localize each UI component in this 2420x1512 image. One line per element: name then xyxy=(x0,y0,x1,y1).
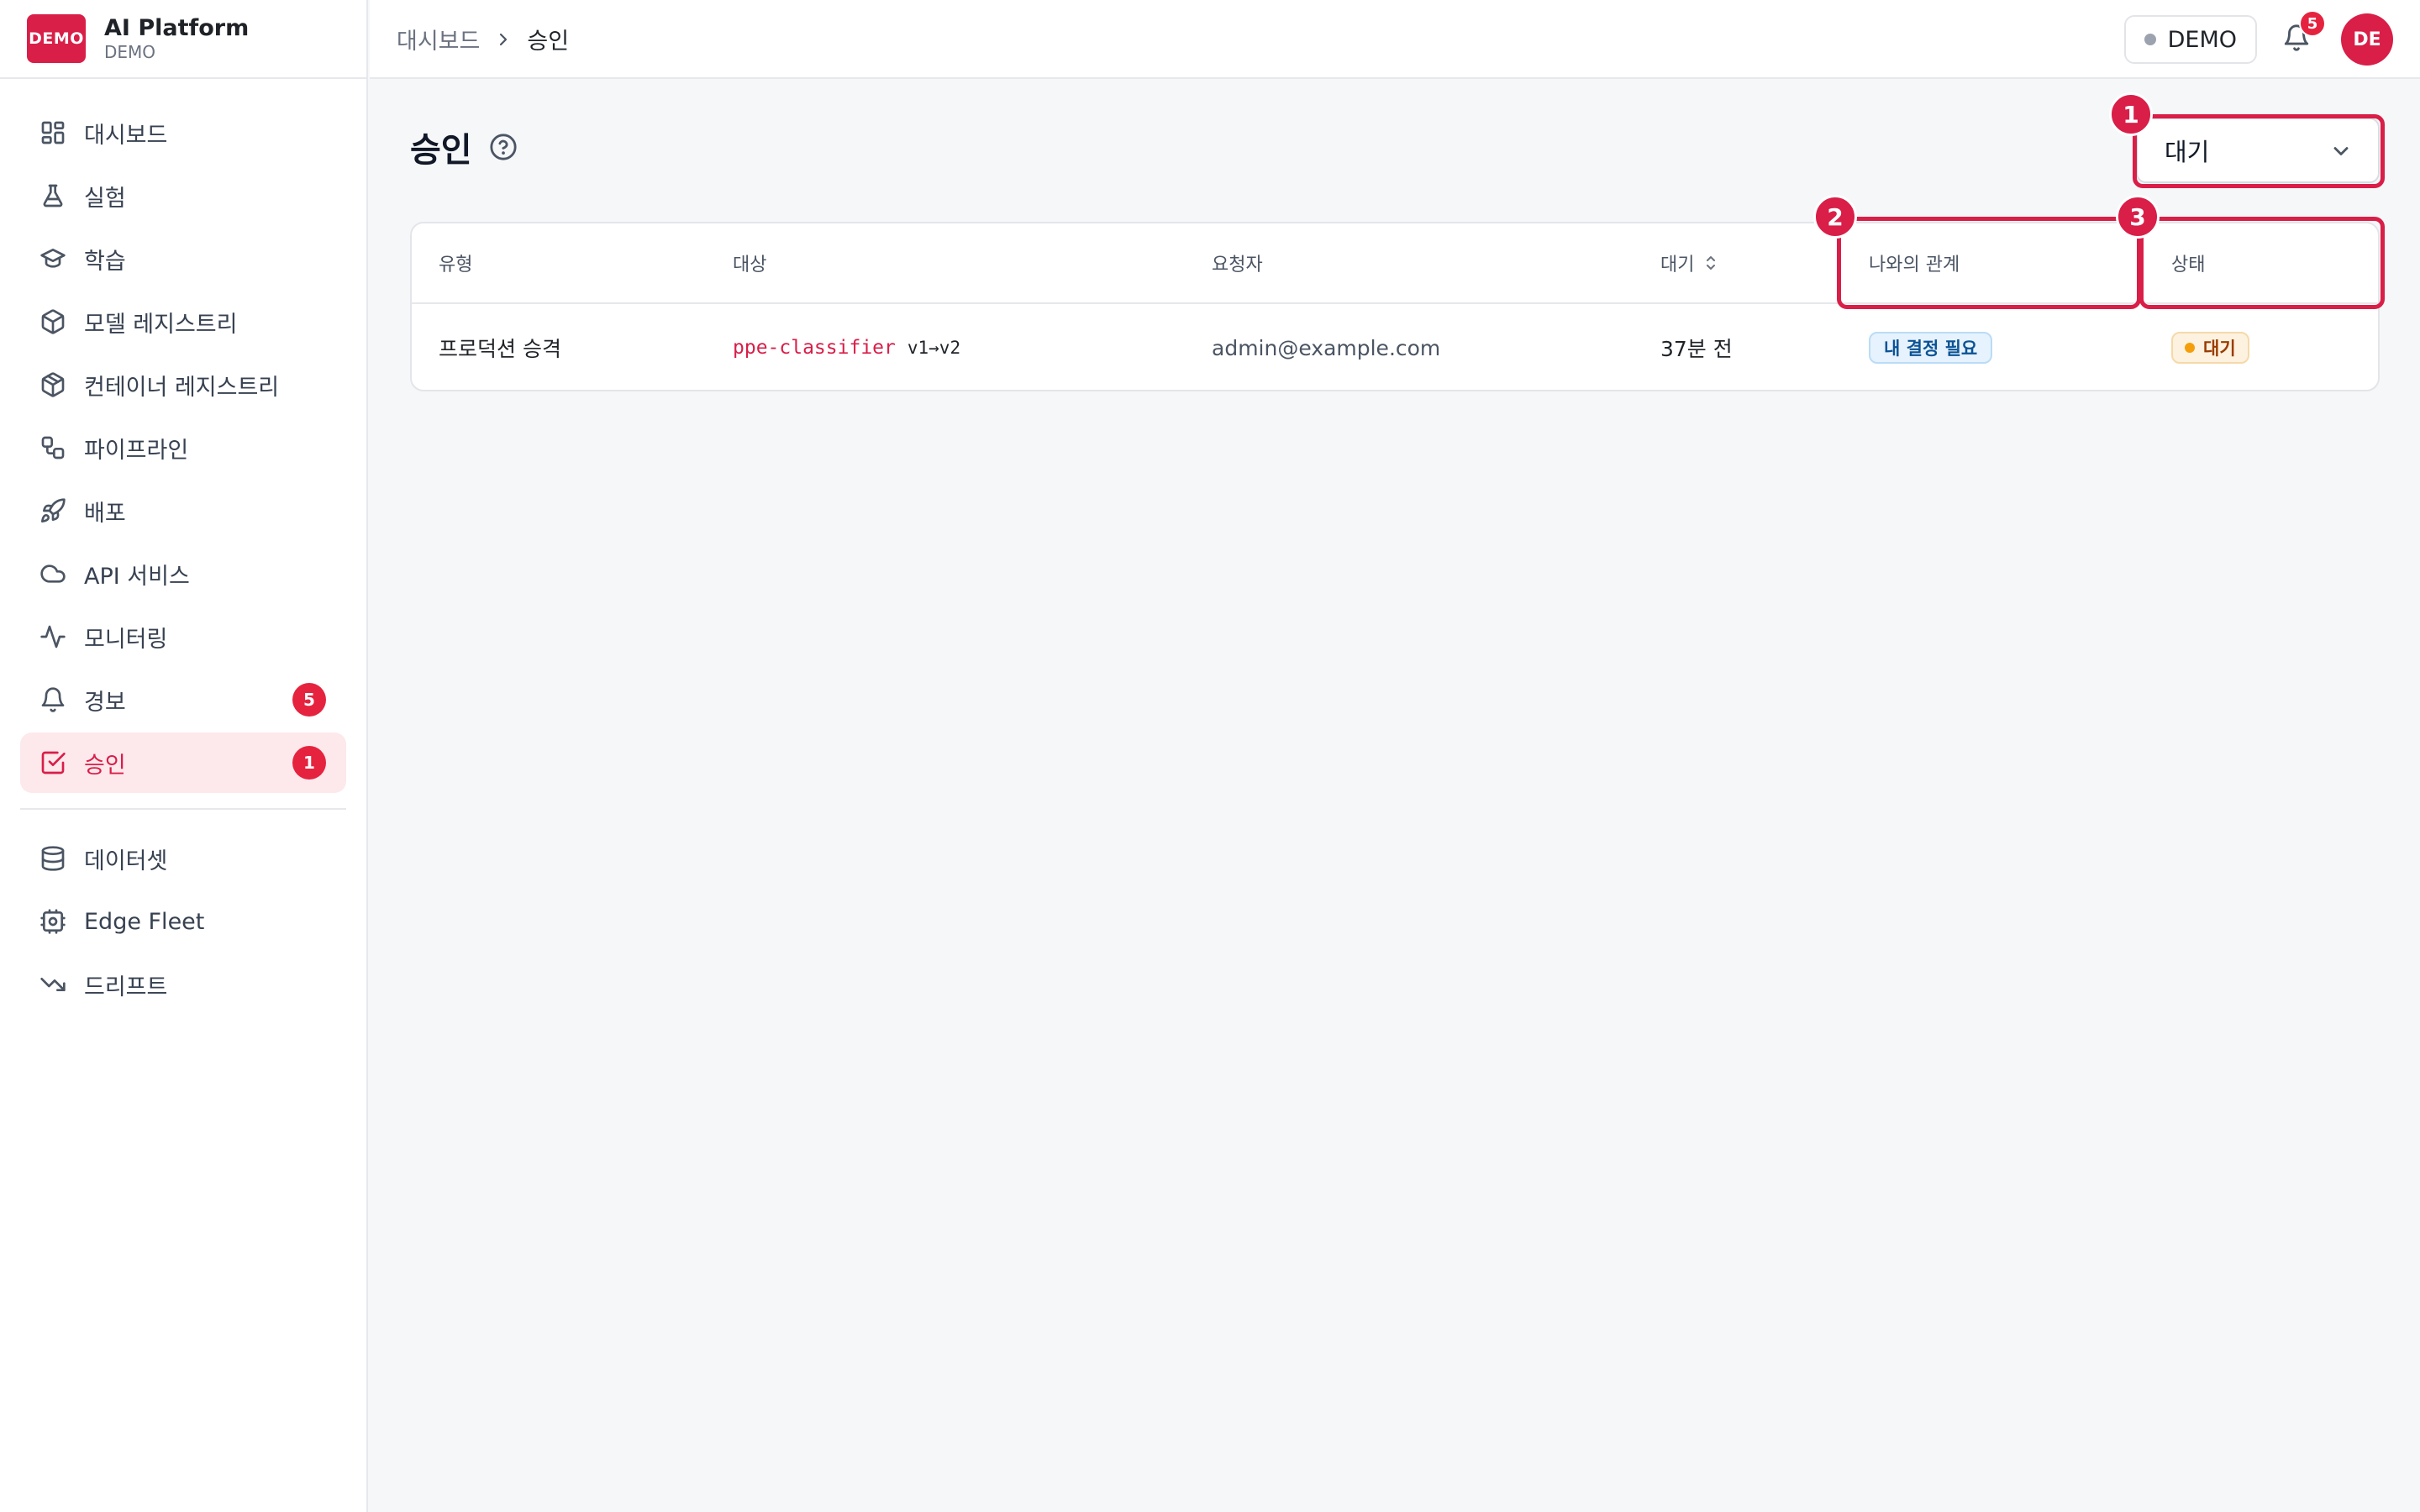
environment-status-dot xyxy=(2144,34,2156,45)
sidebar-item-training[interactable]: 학습 xyxy=(20,228,346,289)
main-content: 승인 대기 유형 대상 요청자 대기 나와의 관계 상태 프로덕션 승격 ppe… xyxy=(370,81,2420,1512)
sidebar-item-api-services[interactable]: API 서비스 xyxy=(20,543,346,604)
app-root: DEMO AI Platform DEMO 대시보드 실험 학습 모델 레지스트… xyxy=(0,0,2420,1512)
bell-icon xyxy=(2282,24,2311,55)
cell-target[interactable]: ppe-classifier v1→v2 xyxy=(733,304,961,390)
bell-icon xyxy=(39,685,67,714)
cloud-icon xyxy=(39,559,67,588)
brand[interactable]: DEMO AI Platform DEMO xyxy=(0,0,366,79)
target-version-change: v1→v2 xyxy=(907,338,961,358)
sidebar-item-dashboard[interactable]: 대시보드 xyxy=(20,102,346,163)
status-badge-label: 대기 xyxy=(2203,339,2236,359)
dashboard-icon xyxy=(39,118,67,147)
trending-down-icon xyxy=(39,970,67,999)
chevron-right-icon xyxy=(493,26,513,51)
target-model-name: ppe-classifier xyxy=(733,337,896,359)
sidebar-item-label: 승인 xyxy=(84,752,126,779)
cell-requester: admin@example.com xyxy=(1212,335,1441,360)
column-header-relation: 나와의 관계 xyxy=(1869,255,1960,276)
chevron-down-icon xyxy=(2329,139,2353,163)
sidebar-item-drift[interactable]: 드리프트 xyxy=(20,954,346,1015)
status-filter-select[interactable]: 대기 xyxy=(2136,118,2380,183)
sidebar-item-label: 파이프라인 xyxy=(84,437,189,464)
sidebar-item-container-registry[interactable]: 컨테이너 레지스트리 xyxy=(20,354,346,415)
alerts-count-badge: 5 xyxy=(292,683,326,717)
sort-icon xyxy=(1702,253,1719,273)
sidebar-item-model-registry[interactable]: 모델 레지스트리 xyxy=(20,291,346,352)
column-header-status: 상태 xyxy=(2171,255,2206,276)
column-header-requester: 요청자 xyxy=(1212,255,1263,276)
graduation-cap-icon xyxy=(39,244,67,273)
column-header-waiting: 대기 xyxy=(1660,255,1695,276)
sidebar-item-label: 대시보드 xyxy=(84,122,168,149)
status-badge: 대기 xyxy=(2171,332,2249,364)
sidebar-item-experiments[interactable]: 실험 xyxy=(20,165,346,226)
relation-badge: 내 결정 필요 xyxy=(1869,332,1993,364)
breadcrumb: 대시보드 승인 xyxy=(397,23,569,55)
activity-icon xyxy=(39,622,67,651)
brand-logo: DEMO xyxy=(27,14,86,63)
flask-icon xyxy=(39,181,67,210)
sidebar-item-alerts[interactable]: 경보 5 xyxy=(20,669,346,730)
table-header-row: 유형 대상 요청자 대기 나와의 관계 상태 xyxy=(412,223,2378,304)
sidebar-item-label: 데이터셋 xyxy=(84,848,168,874)
cell-status: 대기 xyxy=(2171,304,2249,390)
brand-text: AI Platform DEMO xyxy=(104,15,249,62)
environment-switcher[interactable]: DEMO xyxy=(2123,15,2257,64)
sidebar-item-label: 모니터링 xyxy=(84,626,168,653)
column-header-target: 대상 xyxy=(733,255,767,276)
sidebar-divider xyxy=(20,808,346,810)
approvals-count-badge: 1 xyxy=(292,746,326,780)
environment-label: DEMO xyxy=(2167,26,2237,53)
workflow-icon xyxy=(39,433,67,462)
brand-subtitle: DEMO xyxy=(104,42,156,62)
sidebar-item-deployments[interactable]: 배포 xyxy=(20,480,346,541)
sidebar-item-datasets[interactable]: 데이터셋 xyxy=(20,828,346,889)
page-header: 승인 xyxy=(410,123,518,171)
cell-relation: 내 결정 필요 xyxy=(1869,304,1993,390)
help-circle-icon[interactable] xyxy=(489,133,518,161)
cell-type: 프로덕션 승격 xyxy=(439,337,561,361)
sidebar-item-pipelines[interactable]: 파이프라인 xyxy=(20,417,346,478)
notification-count-badge: 5 xyxy=(2299,10,2326,37)
breadcrumb-parent-link[interactable]: 대시보드 xyxy=(397,23,480,55)
notifications-button[interactable]: 5 xyxy=(2282,10,2326,57)
sidebar-item-label: 실험 xyxy=(84,185,126,212)
brand-title: AI Platform xyxy=(104,15,250,41)
sidebar-item-label: 컨테이너 레지스트리 xyxy=(84,374,280,401)
sidebar-item-approvals[interactable]: 승인 1 xyxy=(20,732,346,793)
rocket-icon xyxy=(39,496,67,525)
column-header-type: 유형 xyxy=(439,255,473,276)
table-row[interactable]: 프로덕션 승격 ppe-classifier v1→v2 admin@examp… xyxy=(412,304,2378,390)
page-title: 승인 xyxy=(410,131,472,170)
sidebar-item-label: 배포 xyxy=(84,500,126,527)
sidebar-item-label: 경보 xyxy=(84,689,126,716)
cell-waiting: 37분 전 xyxy=(1660,337,1733,361)
package-icon xyxy=(39,370,67,399)
sidebar-item-label: 모델 레지스트리 xyxy=(84,311,238,338)
check-square-icon xyxy=(39,748,67,777)
sidebar-item-label: 학습 xyxy=(84,248,126,275)
approvals-table: 유형 대상 요청자 대기 나와의 관계 상태 프로덕션 승격 ppe-class… xyxy=(410,222,2380,391)
user-avatar[interactable]: DE xyxy=(2341,13,2393,66)
sidebar-item-label: Edge Fleet xyxy=(84,908,205,935)
sidebar-nav: 대시보드 실험 학습 모델 레지스트리 컨테이너 레지스트리 파이프라인 배포 … xyxy=(0,79,366,1015)
breadcrumb-current: 승인 xyxy=(527,28,570,55)
database-icon xyxy=(39,844,67,873)
sidebar: DEMO AI Platform DEMO 대시보드 실험 학습 모델 레지스트… xyxy=(0,0,368,1512)
status-dot xyxy=(2185,343,2195,353)
sidebar-item-label: API 서비스 xyxy=(84,563,190,590)
sidebar-item-edge-fleet[interactable]: Edge Fleet xyxy=(20,891,346,952)
sidebar-item-label: 드리프트 xyxy=(84,974,168,1000)
cube-icon xyxy=(39,307,67,336)
edge-device-icon xyxy=(39,907,67,936)
topbar: 대시보드 승인 DEMO 5 DE xyxy=(370,0,2420,79)
sidebar-item-monitoring[interactable]: 모니터링 xyxy=(20,606,346,667)
column-header-waiting-sortable[interactable]: 대기 xyxy=(1660,223,1719,302)
status-filter-value: 대기 xyxy=(2165,138,2210,166)
